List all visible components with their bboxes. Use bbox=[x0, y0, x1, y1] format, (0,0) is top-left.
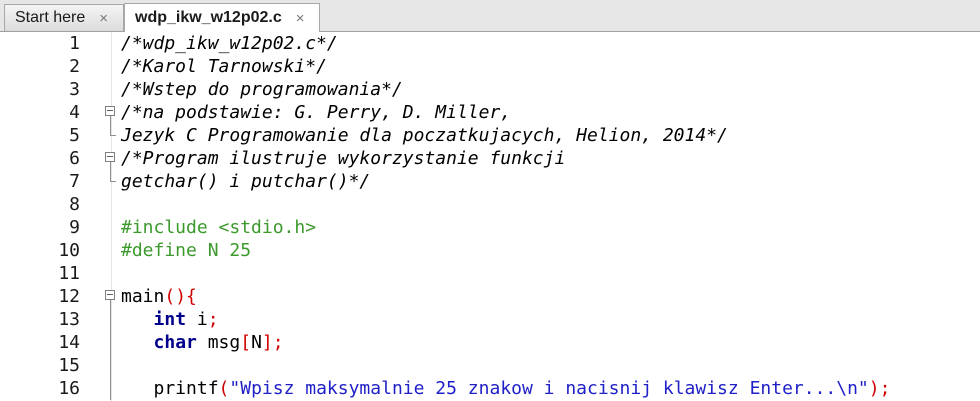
code-line[interactable]: 15 bbox=[0, 354, 980, 377]
code-token: ( bbox=[218, 378, 230, 399]
code-token: printf bbox=[121, 378, 219, 399]
line-number: 7 bbox=[69, 171, 80, 192]
code-line[interactable]: 14 char msg[N]; bbox=[0, 331, 980, 354]
code-line[interactable]: 13 int i; bbox=[0, 308, 980, 331]
close-icon[interactable]: × bbox=[99, 10, 108, 27]
line-number: 2 bbox=[69, 56, 80, 77]
code-token: ; bbox=[207, 309, 219, 330]
code-line[interactable]: 9 #include <stdio.h> bbox=[0, 216, 980, 239]
fold-line-marker bbox=[104, 377, 118, 400]
code-token: /*Wstep do programowania*/ bbox=[121, 79, 403, 100]
code-line[interactable]: 5 Jezyk C Programowanie dla poczatkujacyc… bbox=[0, 124, 980, 147]
line-number: 10 bbox=[58, 240, 80, 261]
line-number: 11 bbox=[58, 263, 80, 284]
line-number: 9 bbox=[69, 217, 80, 238]
line-number: 14 bbox=[58, 332, 80, 353]
code-text: Jezyk C Programowanie dla poczatkujacych… bbox=[121, 124, 728, 147]
code-token: /*wdp_ikw_w12p02.c*/ bbox=[121, 33, 338, 54]
fold-minus-icon[interactable] bbox=[104, 147, 118, 170]
fold-minus-icon[interactable] bbox=[104, 285, 118, 308]
code-token: main bbox=[121, 286, 165, 307]
code-token: #define N 25 bbox=[121, 240, 252, 261]
code-token: /*Program ilustruje wykorzystanie funkcj… bbox=[121, 148, 566, 169]
code-text: printf("Wpisz maksymalnie 25 znakow i na… bbox=[121, 377, 891, 400]
tab-label: Start here bbox=[15, 9, 86, 26]
code-text: main(){ bbox=[121, 285, 197, 308]
code-token: "Wpisz maksymalnie 25 znakow i nacisnij … bbox=[229, 378, 869, 399]
code-line[interactable]: 10 #define N 25 bbox=[0, 239, 980, 262]
code-line[interactable]: 2 /*Karol Tarnowski*/ bbox=[0, 55, 980, 78]
code-text: int i; bbox=[121, 308, 219, 331]
code-token: N bbox=[251, 332, 262, 353]
code-text: /*Program ilustruje wykorzystanie funkcj… bbox=[121, 147, 565, 170]
code-editor[interactable]: 1 /*wdp_ikw_w12p02.c*/ 2 /*Karol Tarnowski*… bbox=[0, 32, 980, 401]
line-number: 5 bbox=[69, 125, 80, 146]
code-line[interactable]: 12 main(){ bbox=[0, 285, 980, 308]
code-text: /*wdp_ikw_w12p02.c*/ bbox=[121, 32, 338, 55]
code-token: (){ bbox=[164, 286, 197, 307]
code-text: /*Karol Tarnowski*/ bbox=[121, 55, 327, 78]
code-text: #define N 25 bbox=[121, 239, 251, 262]
code-text: getchar() i putchar()*/ bbox=[121, 170, 370, 193]
code-token: Jezyk C Programowanie dla poczatkujacych… bbox=[121, 125, 728, 146]
tab-wdp-ikw-w12p02[interactable]: wdp_ikw_w12p02.c × bbox=[124, 3, 320, 32]
line-number: 15 bbox=[58, 355, 80, 376]
tab-label: wdp_ikw_w12p02.c bbox=[135, 9, 282, 26]
code-token: char bbox=[153, 332, 197, 353]
line-number: 4 bbox=[69, 102, 80, 123]
fold-line-marker bbox=[104, 354, 118, 377]
code-token: int bbox=[153, 309, 187, 330]
line-number: 1 bbox=[69, 33, 80, 54]
tab-bar: Start here × wdp_ikw_w12p02.c × bbox=[0, 0, 980, 32]
line-number: 16 bbox=[58, 378, 80, 399]
code-token: #include <stdio.h> bbox=[121, 217, 317, 238]
code-line[interactable]: 3 /*Wstep do programowania*/ bbox=[0, 78, 980, 101]
code-line[interactable]: 4 /*na podstawie: G. Perry, D. Miller, bbox=[0, 101, 980, 124]
code-token: ]; bbox=[261, 332, 284, 353]
code-token: [ bbox=[240, 332, 252, 353]
fold-line-marker bbox=[104, 331, 118, 354]
code-text: char msg[N]; bbox=[121, 331, 284, 354]
fold-minus-icon[interactable] bbox=[104, 101, 118, 124]
close-icon[interactable]: × bbox=[296, 10, 305, 27]
code-token: ); bbox=[868, 378, 891, 399]
code-line[interactable]: 16 printf("Wpisz maksymalnie 25 znakow i… bbox=[0, 377, 980, 400]
line-number: 13 bbox=[58, 309, 80, 330]
code-token: /*na podstawie: G. Perry, D. Miller, bbox=[121, 102, 512, 123]
line-number: 6 bbox=[69, 148, 80, 169]
tab-start-here[interactable]: Start here × bbox=[4, 4, 124, 31]
fold-line-marker bbox=[104, 308, 118, 331]
line-number: 8 bbox=[69, 194, 80, 215]
code-token: getchar() i putchar()*/ bbox=[121, 171, 371, 192]
code-line[interactable]: 7 getchar() i putchar()*/ bbox=[0, 170, 980, 193]
code-line[interactable]: 1 /*wdp_ikw_w12p02.c*/ bbox=[0, 32, 980, 55]
code-token: /*Karol Tarnowski*/ bbox=[121, 56, 327, 77]
code-text: #include <stdio.h> bbox=[121, 216, 316, 239]
code-line[interactable]: 11 bbox=[0, 262, 980, 285]
code-text: /*na podstawie: G. Perry, D. Miller, bbox=[121, 101, 511, 124]
code-token: i bbox=[186, 309, 208, 330]
code-token: msg bbox=[196, 332, 241, 353]
fold-end-marker bbox=[104, 170, 118, 193]
code-line[interactable]: 6 /*Program ilustruje wykorzystanie funkc… bbox=[0, 147, 980, 170]
code-line[interactable]: 8 bbox=[0, 193, 980, 216]
line-number: 3 bbox=[69, 79, 80, 100]
code-text: /*Wstep do programowania*/ bbox=[121, 78, 403, 101]
fold-end-marker bbox=[104, 124, 118, 147]
line-number: 12 bbox=[58, 286, 80, 307]
